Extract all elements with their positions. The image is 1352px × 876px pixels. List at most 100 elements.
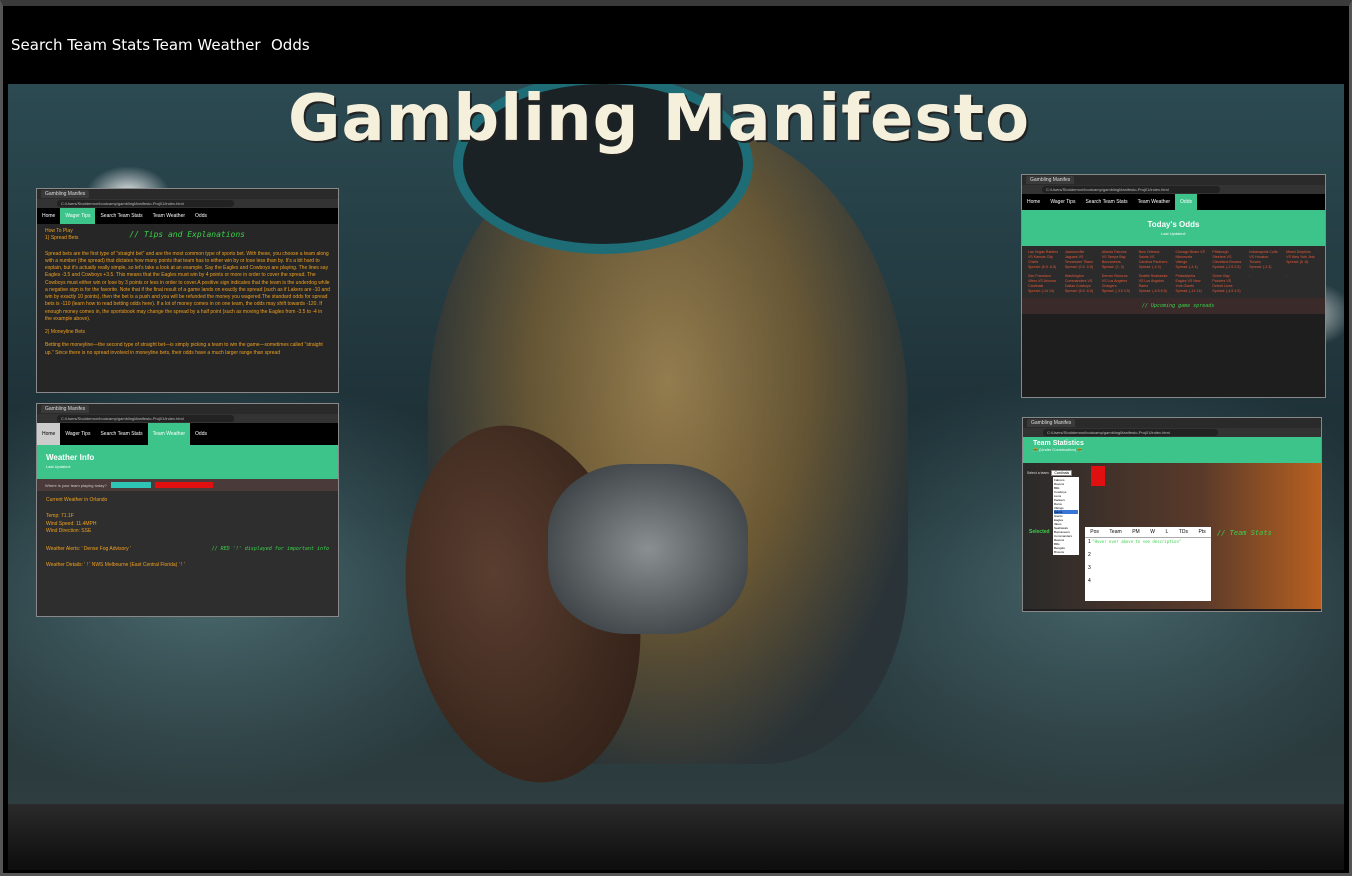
team-option[interactable]: Browns: [1054, 550, 1078, 554]
address-bar: C:/Users/Stoddemon/bootcamp/gamblingMani…: [1043, 429, 1218, 436]
odds-game-cell: Philadelphia Eagles VS New York Giants Spre…: [1176, 274, 1209, 294]
odds-game-line: Spread: (-4.5 4.5): [1212, 289, 1241, 294]
odds-game-cell: -: [1286, 274, 1319, 294]
top-navbar: Search Team Stats Team Weather Odds: [3, 6, 1349, 84]
odds-game-cell: -: [1249, 274, 1282, 294]
odds-game-cell: San Francisco 49ers VS Arizona Cardinals Sp…: [1028, 274, 1061, 294]
odds-game-line: Spread: (3 -3): [1101, 265, 1124, 270]
site-nav-search-team-stats: Search Team Stats: [1085, 199, 1128, 205]
odds-game-cell: Miami Dolphins VS New York Jets Spread: (6…: [1286, 250, 1319, 270]
stats-column-header: Pts: [1198, 529, 1206, 535]
odds-game-cell: Chicago Bears VS Minnesota Vikings Spread: …: [1176, 250, 1209, 270]
site-nav-wager-tips: Wager Tips: [60, 208, 96, 224]
odds-game-line: Spread: (6.5 -6.5): [1028, 265, 1057, 270]
weather-banner: Weather Info Last Updated:: [37, 445, 338, 479]
site-nav-wager-tips: Wager Tips: [65, 431, 91, 437]
browser-tab: Gambling Manifes: [1026, 176, 1075, 184]
nav-odds[interactable]: Odds: [271, 36, 310, 54]
site-nav-search-team-stats: Search Team Stats: [100, 213, 143, 219]
odds-last-updated: Last Updated:: [1161, 231, 1186, 236]
selected-label: Selected: [1029, 529, 1050, 535]
stats-column-header: Team: [1109, 529, 1122, 535]
odds-grid: Las Vegas Raiders VS Kansas City Chiefs Spr…: [1022, 246, 1325, 299]
odds-game-line: Spread: (6.5 -6.5): [1064, 289, 1094, 294]
site-nav-wager-tips: Wager Tips: [1050, 199, 1076, 205]
glove-image: [548, 464, 748, 634]
address-bar: C:/Users/Stoddemon/bootcamp/gamblingMani…: [57, 200, 234, 207]
site-nav-home: Home: [37, 423, 61, 445]
hero-title: Gambling Manifesto: [288, 84, 1031, 156]
odds-game-line: Spread: (-6.5 6.5): [1138, 289, 1167, 294]
app-window: Search Team Stats Team Weather Odds Gamb…: [0, 0, 1352, 876]
odds-game-line: Spread: (-4 4): [1138, 265, 1161, 270]
spread-heading: 1) Spread Bets: [45, 235, 79, 242]
site-nav-team-weather: Team Weather: [1137, 199, 1171, 205]
select-label: Select a team:: [1027, 471, 1050, 475]
odds-game-line: -: [1286, 274, 1288, 279]
odds-game-line: Spread: (-2.5 2.5): [1212, 265, 1241, 270]
weather-question: Where is your team playing today?: [45, 482, 107, 488]
address-bar: C:/Users/Stoddemon/bootcamp/gamblingMani…: [1042, 186, 1220, 193]
stats-table-header: Pos Team PM W L TDs Pts: [1085, 527, 1211, 538]
stats-title: Team Statistics: [1033, 440, 1084, 447]
weather-current: Current Weather in Orlando: [46, 497, 108, 503]
team-logo: [1091, 466, 1105, 486]
odds-game-line: Spread: (-14 14): [1028, 289, 1055, 294]
site-nav: Home Wager Tips Search Team Stats Team W…: [37, 423, 338, 445]
tips-comment: // Tips and Explanations: [129, 230, 245, 240]
site-nav-odds: Odds: [195, 213, 207, 219]
team-dropdown-list: Falcons Ravens Bills Cowboys Lions Packers Ram…: [1053, 477, 1079, 555]
site-nav-home: Home: [1027, 199, 1041, 205]
odds-banner: Today's Odds Last Updated:: [1022, 210, 1325, 246]
nav-search-team-stats[interactable]: Search Team Stats: [11, 36, 150, 54]
odds-game-cell: Jacksonville Jaguars VS Tennessee Titans Sp…: [1065, 250, 1098, 270]
odds-game-cell: Green Bay Packers VS Detroit Lions Spread: …: [1212, 274, 1245, 294]
moneyline-heading: 2) Moneyline Bets: [45, 329, 86, 335]
odds-game-cell: Seattle Seahawks VS Los Angeles Rams Spread…: [1139, 274, 1172, 294]
screenshot-weather: Gambling Manifes C:/Users/Stoddemon/boot…: [36, 403, 339, 617]
weather-content: Current Weather in Orlando Temp: 71.1F W…: [37, 491, 338, 616]
stats-subtitle: 🚧 (Under Construction) 🚧: [1033, 447, 1083, 452]
site-nav: Home Wager Tips Search Team Stats Team W…: [37, 208, 338, 224]
stats-banner: Team Statistics 🚧 (Under Construction) 🚧: [1023, 437, 1321, 463]
odds-game-cell: Denver Broncos VS Los Angeles Chargers Spre…: [1102, 274, 1135, 294]
footer-band: [8, 804, 1344, 870]
odds-game-cell: Indianapolis Colts VS Houston Texans Spread…: [1249, 250, 1282, 270]
odds-game-line: Spread: (-3 3): [1249, 265, 1272, 270]
odds-game-line: Spread: (-4 4): [1175, 265, 1198, 270]
tips-content: How To Play 1) Spread Bets // Tips and E…: [37, 224, 338, 392]
weather-wind-direction: Wind Direction: SSE: [46, 528, 92, 535]
screenshot-odds: Gambling Manifes C:/Users/Stoddemon/boot…: [1021, 174, 1326, 398]
site-nav-search-team-stats: Search Team Stats: [100, 431, 143, 437]
odds-game-cell: Washington Commanders VS Dallas Cowboys Spr…: [1065, 274, 1098, 294]
odds-game-line: Spread: (6 -6): [1286, 260, 1309, 265]
weather-details: Weather Details: ' ! ' NWS Melbourne (Ea…: [46, 561, 185, 568]
stats-table: Pos Team PM W L TDs Pts 1 "Hover over above to…: [1085, 527, 1211, 601]
weather-title: Weather Info: [46, 453, 95, 462]
hover-hint: "Hover over above to see description": [1092, 539, 1182, 544]
site-nav-team-weather: Team Weather: [147, 423, 191, 445]
address-bar: C:/Users/Stoddemon/bootcamp/gamblingMani…: [57, 415, 234, 422]
odds-title: Today's Odds: [1147, 220, 1200, 229]
table-row: 3: [1088, 565, 1091, 571]
site-nav: Home Wager Tips Search Team Stats Team W…: [1022, 194, 1325, 210]
odds-game-cell: Pittsburgh Steelers VS Cleveland Browns Spr…: [1212, 250, 1245, 270]
search-button[interactable]: [154, 482, 213, 488]
city-input[interactable]: [110, 482, 151, 488]
stats-column-header: TDs: [1178, 529, 1188, 535]
odds-game-line: Spread: (-3.5 3.5): [1101, 289, 1130, 294]
odds-game-cell: Las Vegas Raiders VS Kansas City Chiefs Spr…: [1028, 250, 1061, 270]
table-row: 4: [1088, 578, 1091, 584]
odds-comment: // Upcoming game spreads: [1142, 303, 1215, 310]
stats-column-header: W: [1150, 529, 1155, 535]
stats-column-header: L: [1165, 529, 1169, 535]
site-nav-team-weather: Team Weather: [152, 213, 186, 219]
weather-alerts: Weather Alerts: ' Dense Fog Advisory ': [46, 546, 131, 552]
weather-wind-speed: Wind Speed: 11.4MPH: [46, 520, 97, 527]
weather-comment: // RED '!' displayed for important info: [211, 546, 329, 552]
team-select[interactable]: Cardinals: [1051, 470, 1073, 476]
nav-team-weather[interactable]: Team Weather: [153, 36, 261, 54]
weather-temp: Temp: 71.1F: [46, 512, 74, 519]
stats-column-header: Pos: [1090, 529, 1099, 535]
stats-comment: // Team Stats: [1217, 529, 1272, 537]
